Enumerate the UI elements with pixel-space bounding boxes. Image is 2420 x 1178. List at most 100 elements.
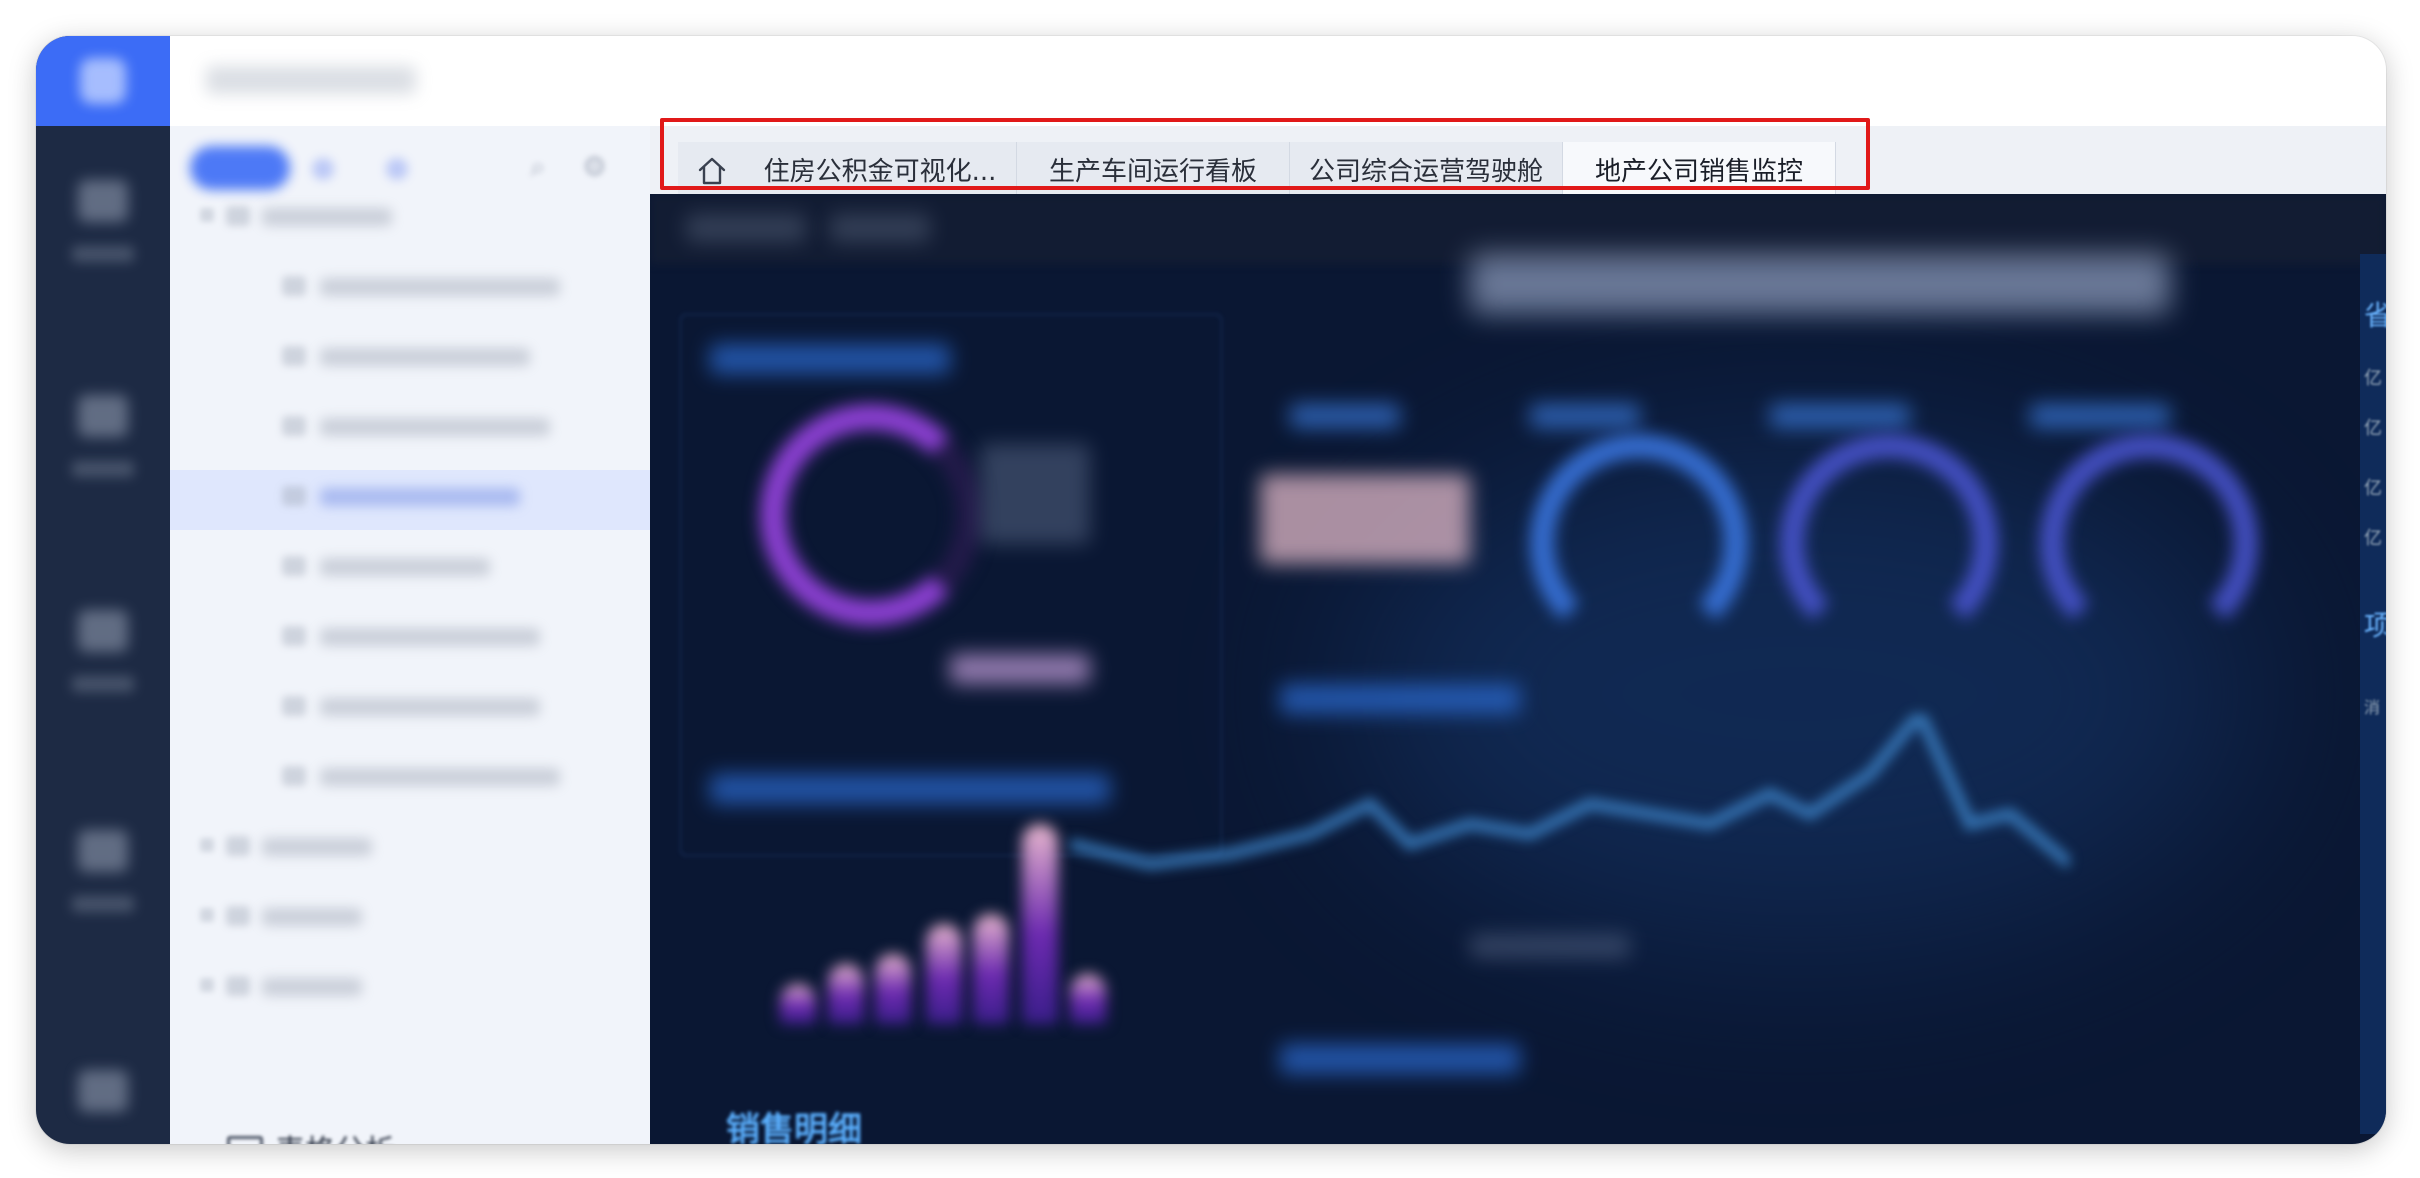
tree-folder-table-analysis[interactable]: ▸ 表格分析 [194,1126,494,1144]
rail-item-3[interactable] [36,596,170,746]
tree-item-label [320,278,560,296]
kpi-label [1290,404,1400,428]
tab-home[interactable] [678,142,745,202]
tree-item-label [320,768,560,786]
tree-toolbar: ⌕ ⚙ [190,146,630,190]
left-nav-rail [36,36,170,1144]
rail-item-5[interactable] [36,1056,170,1144]
tree-filter-button[interactable] [190,146,290,190]
tree-item-label [320,488,520,506]
resource-tree-panel: ⌕ ⚙ [170,126,650,1144]
gauge-chart [1780,434,1998,652]
tab-workshop-board[interactable]: 生产车间运行看板 [1017,142,1290,202]
donut-progress [950,654,1090,684]
tree-item[interactable] [170,680,650,740]
chart-bar [780,984,816,1024]
edge-char: 省 [2364,299,2386,332]
tree-tool-icon-1[interactable] [312,158,334,180]
tree-folder-label [262,208,392,226]
dashboard-canvas: 销售明细 省 亿 亿 亿 亿 项 消 [650,194,2386,1144]
rail-item-2[interactable] [36,381,170,531]
rail-item-1[interactable] [36,166,170,316]
rail-item-4[interactable] [36,816,170,966]
folder-icon [226,836,250,856]
tab-realestate-sales[interactable]: 地产公司销售监控 [1563,142,1836,202]
edge-char: 亿 [2364,528,2382,549]
tree-item[interactable] [170,540,650,600]
tree-item[interactable] [170,610,650,670]
folder-icon [226,976,250,996]
gauge-chart [1530,434,1748,652]
chevron-right-icon[interactable] [200,978,214,992]
chevron-right-icon[interactable]: ▸ [194,1142,205,1144]
dashboard-icon [282,416,306,436]
page-title-blurred [206,66,416,94]
chevron-right-icon[interactable] [200,908,214,922]
tree-item[interactable] [170,400,650,460]
chart-bar [1070,974,1106,1024]
dashboard-icon [282,626,306,646]
rail-item-1-label [72,246,134,262]
panel-title [1280,1044,1520,1074]
chevron-down-icon[interactable] [200,208,214,222]
tree-folder-row[interactable] [170,960,650,1020]
tree-folder-label [262,978,362,996]
chart-bar [973,914,1009,1024]
rail-item-2-icon [78,395,128,437]
dashboard-icon [282,696,306,716]
search-icon[interactable]: ⌕ [530,150,546,184]
kpi-label [1530,404,1640,428]
rail-item-4-icon [78,830,128,872]
tree-item-label [320,628,540,646]
tree-item[interactable] [170,260,650,320]
panel-title [1280,684,1520,714]
rail-item-1-icon [78,180,128,222]
settings-icon[interactable]: ⚙ [582,150,607,183]
dashboard-icon [282,276,306,296]
home-icon [698,157,726,185]
dashboard-icon [282,766,306,786]
dashboard-toolbar-item[interactable] [830,214,930,242]
tree-folder-label: 表格分析 [275,1134,395,1144]
tree-item-active[interactable] [170,470,650,530]
panel-title [710,774,1110,804]
tree-folder-row[interactable] [170,820,650,880]
rail-item-2-label [72,461,134,477]
rail-item-3-label [72,676,134,692]
chevron-right-icon[interactable] [200,838,214,852]
chart-bar [875,954,911,1024]
tree-item-label [320,418,550,436]
dashboard-icon [282,556,306,576]
tree-folder-row[interactable] [170,190,650,250]
dashboard-icon [282,346,306,366]
tree-folder-label [262,908,362,926]
tree-tool-icon-2[interactable] [386,158,408,180]
dashboard-toolbar-item[interactable] [686,214,806,242]
app-logo[interactable] [36,36,170,126]
tree-item[interactable] [170,750,650,810]
folder-icon [226,206,250,226]
right-panel-edge: 省 亿 亿 亿 亿 项 消 [2360,254,2386,1134]
tab-operations-cockpit[interactable]: 公司综合运营驾驶舱 [1290,142,1563,202]
kpi-value-blurred [1260,474,1470,564]
edge-char: 项 [2364,609,2386,642]
edge-char: 亿 [2364,368,2382,389]
tree-item[interactable] [170,330,650,390]
tree-item-label [320,348,530,366]
app-window: ⌕ ⚙ 住房公积金可视化... 生产车间运行看板 公司综合运营驾驶舱 地产公司销… [36,36,2386,1144]
top-bar [170,36,2386,126]
panel-title [710,344,950,374]
edge-char: 亿 [2364,478,2382,499]
tree-folder-row[interactable] [170,890,650,950]
line-chart-legend [1470,934,1630,958]
logo-icon [80,58,126,104]
tab-bar: 住房公积金可视化... 生产车间运行看板 公司综合运营驾驶舱 地产公司销售监控 [650,126,2386,202]
tab-housing-fund[interactable]: 住房公积金可视化... [744,142,1017,202]
folder-icon [226,906,250,926]
tree-folder-label [262,838,372,856]
folder-icon [227,1136,264,1144]
edge-char: 消 [2364,698,2381,717]
chart-bar [926,924,962,1024]
dashboard-main-title [1470,254,2170,314]
rail-item-5-icon [78,1070,128,1112]
